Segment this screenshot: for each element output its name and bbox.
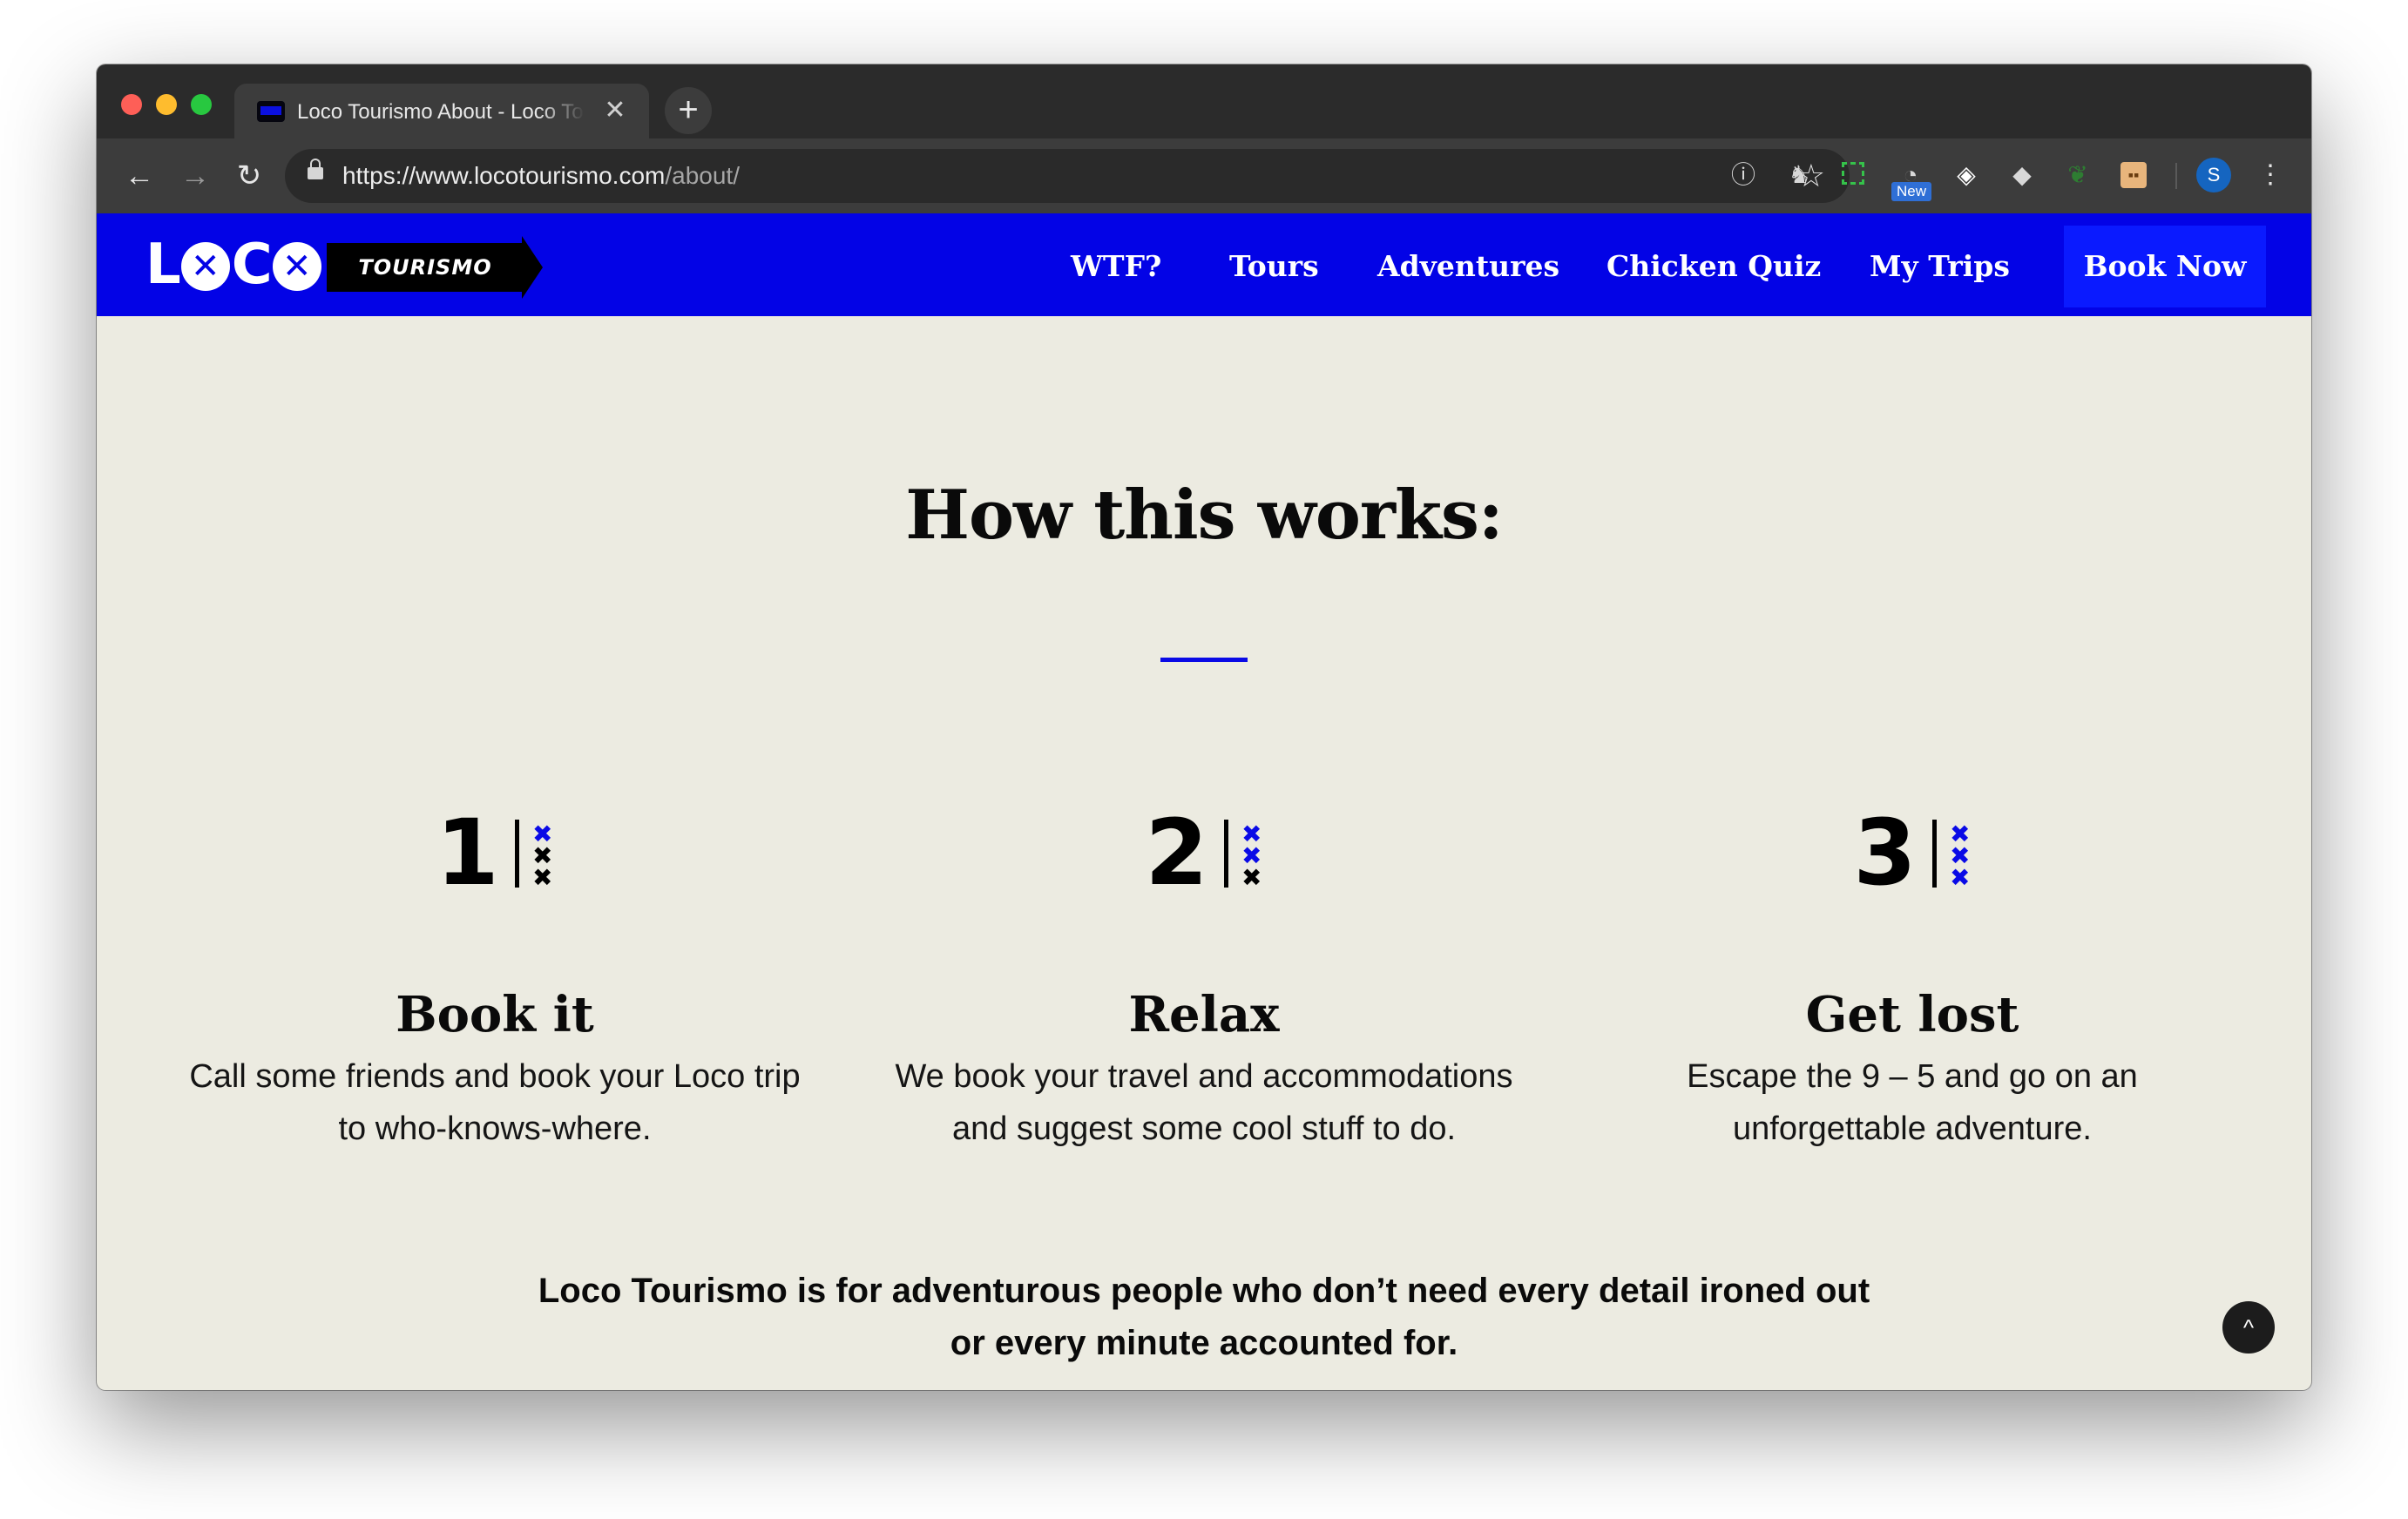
leaf-extension-icon[interactable]: ❦ bbox=[2060, 158, 2095, 192]
step-number: 3 ✖ ✖ ✖ bbox=[1581, 805, 2243, 901]
step-digit: 3 bbox=[1853, 800, 1917, 906]
number-separator bbox=[1931, 820, 1937, 888]
step-desc-line: Escape the 9 – 5 and go on an bbox=[1687, 1058, 2138, 1095]
browser-window: Loco Tourismo About - Loco Tourismo ✕ + … bbox=[97, 64, 2311, 1390]
tagline-line: or every minute accounted for. bbox=[950, 1324, 1458, 1362]
x-marks-icon: ✖ ✖ ✖ bbox=[1949, 822, 1972, 892]
step-title: Book it bbox=[396, 986, 594, 1043]
logo-letter-l: L bbox=[145, 233, 181, 297]
step-desc-line: Call some friends and book your Loco tri… bbox=[189, 1058, 801, 1095]
back-to-top-button[interactable]: ^ bbox=[2222, 1301, 2275, 1354]
book-now-button[interactable]: Book Now bbox=[2064, 226, 2266, 307]
step-number: 1 ✖ ✖ ✖ bbox=[164, 805, 826, 901]
step-number: 2 ✖ ✖ ✖ bbox=[873, 805, 1535, 901]
step-title: Relax bbox=[1128, 986, 1280, 1043]
logo-letter-c: C bbox=[231, 233, 273, 297]
new-tab-button[interactable]: + bbox=[665, 87, 712, 134]
logo-x-icon: ✕ bbox=[180, 242, 230, 291]
logo-banner: TOURISMO bbox=[327, 236, 543, 299]
lock-icon[interactable] bbox=[308, 159, 323, 179]
number-separator bbox=[514, 820, 519, 888]
browser-menu-icon[interactable]: ⋮ bbox=[2257, 158, 2283, 192]
new-badge: New bbox=[1891, 182, 1932, 201]
site-header: L ✕ C ✕ TOURISMO WTF? Tours Adventures Chic… bbox=[97, 213, 2311, 316]
page-title: How this works: bbox=[905, 476, 1503, 555]
screenshot-extension-icon[interactable] bbox=[1837, 158, 1872, 192]
nav-chicken-quiz[interactable]: Chicken Quiz bbox=[1606, 248, 1821, 285]
close-tab-icon[interactable]: ✕ bbox=[600, 96, 630, 125]
x-mark-black: ✖ bbox=[531, 863, 553, 892]
browser-tab[interactable]: Loco Tourismo About - Loco Tourismo ✕ bbox=[234, 84, 649, 138]
info-extension-icon[interactable]: ⓘ bbox=[1726, 158, 1761, 192]
step-digit: 1 bbox=[436, 800, 499, 906]
x-mark-black: ✖ bbox=[1241, 863, 1262, 892]
close-window-button[interactable] bbox=[121, 94, 142, 115]
step-digit: 2 bbox=[1145, 800, 1208, 906]
step-title: Get lost bbox=[1805, 986, 2019, 1043]
tab-title: Loco Tourismo About - Loco Tourismo bbox=[297, 100, 585, 124]
browser-toolbar: ← → ↻ https://www.locotourismo.com/about… bbox=[97, 138, 2311, 213]
tagline: Loco Tourismo is for adventurous people … bbox=[480, 1265, 1928, 1369]
url-text[interactable]: https://www.locotourismo.com/about/ bbox=[342, 160, 740, 192]
profile-avatar[interactable]: S bbox=[2196, 158, 2231, 192]
nav-tours[interactable]: Tours bbox=[1229, 248, 1319, 285]
step-desc-line: and suggest some cool stuff to do. bbox=[951, 1111, 1457, 1147]
reload-icon[interactable]: ↻ bbox=[229, 156, 269, 196]
tagline-line: Loco Tourismo is for adventurous people … bbox=[538, 1272, 1870, 1310]
url-main: https://www.locotourismo.com bbox=[342, 162, 666, 189]
x-marks-icon: ✖ ✖ ✖ bbox=[1241, 822, 1263, 892]
maximize-window-button[interactable] bbox=[191, 94, 212, 115]
url-path: /about/ bbox=[665, 162, 740, 189]
site-logo[interactable]: L ✕ C ✕ TOURISMO bbox=[145, 234, 550, 299]
forward-icon[interactable]: → bbox=[175, 156, 215, 196]
minimize-window-button[interactable] bbox=[156, 94, 177, 115]
title-divider bbox=[1160, 658, 1248, 662]
number-separator bbox=[1223, 820, 1228, 888]
address-bar[interactable]: https://www.locotourismo.com/about/ ☆ bbox=[285, 149, 1850, 203]
face-glyph: ▪▪ bbox=[2121, 162, 2147, 188]
back-icon[interactable]: ← bbox=[119, 156, 159, 196]
tag-extension-icon[interactable]: ◆ bbox=[2005, 158, 2039, 192]
step-description: Call some friends and book your Loco tri… bbox=[164, 1050, 826, 1155]
step-description: We book your travel and accommodations an… bbox=[873, 1050, 1535, 1155]
logo-wordmark: L ✕ C ✕ bbox=[145, 234, 323, 295]
tab-strip: Loco Tourismo About - Loco Tourismo ✕ + bbox=[97, 64, 2311, 138]
step-desc-line: We book your travel and accommodations bbox=[895, 1058, 1513, 1095]
logo-x-icon-2: ✕ bbox=[272, 242, 321, 291]
nav-wtf[interactable]: WTF? bbox=[1071, 248, 1161, 285]
x-marks-icon: ✖ ✖ ✖ bbox=[531, 822, 554, 892]
nav-adventures[interactable]: Adventures bbox=[1377, 248, 1559, 285]
favicon-icon bbox=[257, 101, 285, 122]
x-mark-blue: ✖ bbox=[1949, 863, 1971, 892]
face-extension-icon[interactable]: ▪▪ bbox=[2116, 158, 2151, 192]
step-description: Escape the 9 – 5 and go on an unforgettab… bbox=[1581, 1050, 2243, 1155]
step-desc-line: unforgettable adventure. bbox=[1733, 1111, 2092, 1147]
horse-extension-icon[interactable]: ♞ bbox=[1782, 158, 1816, 192]
gem-extension-icon[interactable]: ◈ bbox=[1949, 158, 1984, 192]
toolbar-separator bbox=[2175, 163, 2177, 189]
nav-my-trips[interactable]: My Trips bbox=[1870, 248, 2010, 285]
step-desc-line: to who-knows-where. bbox=[338, 1111, 652, 1147]
